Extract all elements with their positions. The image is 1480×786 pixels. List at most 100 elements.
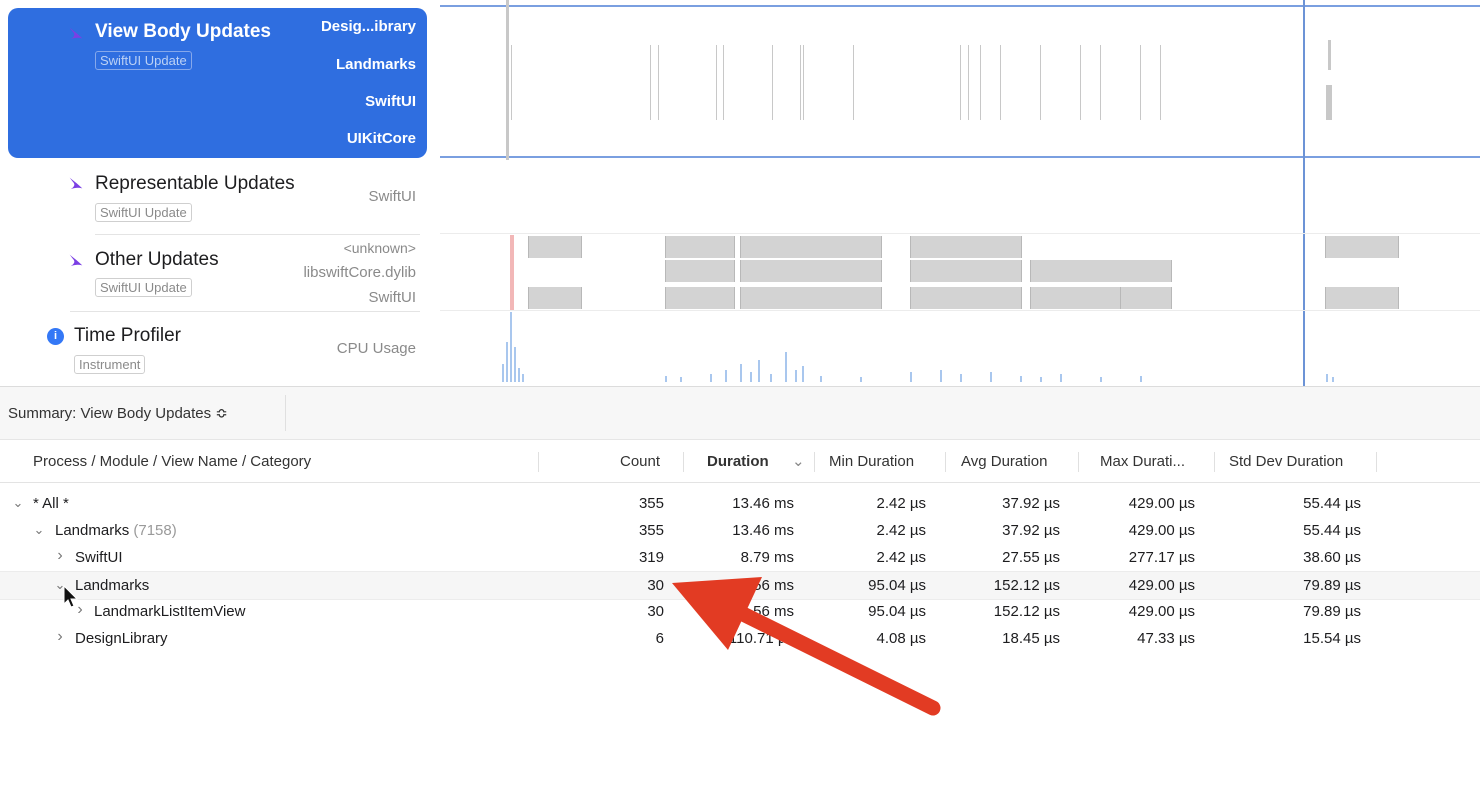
event-mark	[511, 45, 512, 120]
event-mark	[1000, 45, 1001, 120]
track-category-badge: Instrument	[74, 355, 146, 374]
event-block	[740, 287, 882, 309]
table-row[interactable]: › LandmarkListItemView 30 4.56 ms 95.04 …	[0, 598, 1480, 625]
cell-max-duration: 429.00 µs	[1128, 603, 1195, 620]
event-block	[665, 287, 735, 309]
event-mark	[1140, 45, 1141, 120]
cell-std-dev-duration: 79.89 µs	[1303, 577, 1361, 594]
swift-icon	[69, 27, 83, 40]
track-name: View Body Updates	[95, 21, 271, 42]
event-block	[1030, 260, 1172, 282]
table-row[interactable]: ⌄ Landmarks (7158) 355 13.46 ms 2.42 µs …	[0, 517, 1480, 544]
track-time-profiler[interactable]: i Time Profiler Instrument CPU Usage	[0, 312, 440, 386]
subtrack-label: Landmarks	[335, 56, 416, 73]
column-divider[interactable]	[1214, 452, 1215, 472]
event-block	[528, 287, 582, 309]
column-header-duration[interactable]: Duration	[707, 453, 769, 470]
process-id: (7158)	[133, 522, 177, 539]
cell-avg-duration: 152.12 µs	[993, 603, 1060, 620]
cpu-usage-graph	[440, 310, 1480, 384]
subtrack-label: SwiftUI	[368, 289, 416, 306]
track-category-badge: SwiftUI Update	[95, 51, 192, 70]
cpu-sample-bar	[514, 347, 516, 382]
cell-max-duration: 47.33 µs	[1137, 630, 1195, 647]
instrument-info-icon: i	[47, 328, 64, 345]
row-name-label: DesignLibrary	[75, 630, 168, 647]
cell-count: 6	[655, 630, 664, 647]
track-category-badge: SwiftUI Update	[95, 203, 192, 222]
event-mark	[716, 45, 717, 120]
disclosure-collapsed-icon[interactable]: ›	[74, 601, 86, 619]
column-divider[interactable]	[814, 452, 815, 472]
table-row[interactable]: ⌄ * All * 355 13.46 ms 2.42 µs 37.92 µs …	[0, 490, 1480, 517]
cell-duration: 13.46 ms	[732, 522, 794, 539]
row-name: Landmarks (7158)	[55, 522, 177, 539]
cpu-sample-bar	[518, 368, 520, 382]
event-block	[528, 236, 582, 258]
table-row[interactable]: › SwiftUI 319 8.79 ms 2.42 µs 27.55 µs 2…	[0, 544, 1480, 571]
track-name: Representable Updates	[95, 173, 295, 194]
cell-duration: 13.46 ms	[732, 495, 794, 512]
selection-border	[440, 5, 1480, 7]
event-block	[1120, 287, 1172, 309]
cpu-sample-bar	[665, 376, 667, 382]
cpu-sample-bar	[1332, 377, 1334, 382]
cell-max-duration: 429.00 µs	[1128, 577, 1195, 594]
timeline-graph[interactable]	[440, 0, 1480, 386]
selection-border	[440, 156, 1480, 158]
column-divider[interactable]	[1078, 452, 1079, 472]
event-mark	[772, 45, 773, 120]
disclosure-collapsed-icon[interactable]: ›	[54, 628, 66, 646]
table-row[interactable]: › DesignLibrary 6 110.71 µs 4.08 µs 18.4…	[0, 625, 1480, 652]
cpu-sample-bar	[802, 366, 804, 382]
column-divider[interactable]	[538, 452, 539, 472]
cell-avg-duration: 37.92 µs	[1002, 495, 1060, 512]
cell-std-dev-duration: 55.44 µs	[1303, 522, 1361, 539]
event-mark	[650, 45, 651, 120]
cpu-sample-bar	[725, 370, 727, 382]
cell-std-dev-duration: 15.54 µs	[1303, 630, 1361, 647]
cell-duration: 110.71 µs	[728, 630, 794, 647]
event-block	[910, 260, 1022, 282]
event-mark	[723, 45, 724, 120]
cell-std-dev-duration: 79.89 µs	[1303, 603, 1361, 620]
cpu-sample-bar	[1140, 376, 1142, 382]
subtrack-label: libswiftCore.dylib	[303, 264, 416, 281]
disclosure-collapsed-icon[interactable]: ›	[54, 547, 66, 565]
lane-divider	[440, 233, 1480, 234]
cell-count: 30	[647, 603, 664, 620]
cell-avg-duration: 18.45 µs	[1002, 630, 1060, 647]
track-other-updates[interactable]: Other Updates SwiftUI Update <unknown> l…	[0, 235, 440, 312]
column-divider[interactable]	[683, 452, 684, 472]
table-header: Process / Module / View Name / Category …	[0, 440, 1480, 483]
disclosure-expanded-icon[interactable]: ⌄	[12, 495, 24, 511]
cell-std-dev-duration: 55.44 µs	[1303, 495, 1361, 512]
column-header-min-duration[interactable]: Min Duration	[829, 453, 914, 470]
disclosure-expanded-icon[interactable]: ⌄	[33, 522, 45, 538]
cpu-sample-bar	[1100, 377, 1102, 382]
column-header-std-dev-duration[interactable]: Std Dev Duration	[1229, 453, 1343, 470]
swift-icon	[69, 254, 83, 267]
column-divider[interactable]	[1376, 452, 1377, 472]
row-name: LandmarkListItemView	[94, 603, 245, 620]
track-name: Time Profiler	[74, 325, 181, 346]
column-header-name[interactable]: Process / Module / View Name / Category	[33, 453, 311, 470]
cpu-sample-bar	[940, 370, 942, 382]
sort-descending-icon[interactable]: ⌄	[792, 452, 805, 470]
event-mark	[658, 45, 659, 120]
column-header-max-duration[interactable]: Max Durati...	[1100, 453, 1185, 470]
cell-min-duration: 95.04 µs	[868, 577, 926, 594]
cpu-sample-bar	[820, 376, 822, 382]
column-header-avg-duration[interactable]: Avg Duration	[961, 453, 1047, 470]
summary-selector[interactable]: Summary: View Body Updates ≎	[8, 404, 228, 422]
event-mark	[1080, 45, 1081, 120]
column-divider[interactable]	[945, 452, 946, 472]
event-mark	[803, 45, 804, 120]
row-name-label: SwiftUI	[75, 549, 123, 566]
track-representable-updates[interactable]: Representable Updates SwiftUI Update Swi…	[0, 160, 440, 235]
track-view-body-updates[interactable]: View Body Updates SwiftUI Update Desig..…	[0, 0, 440, 160]
column-header-count[interactable]: Count	[620, 453, 660, 470]
subtrack-label: CPU Usage	[336, 340, 416, 357]
table-row[interactable]: ⌄ Landmarks 30 4.56 ms 95.04 µs 152.12 µ…	[0, 571, 1480, 600]
disclosure-expanded-icon[interactable]: ⌄	[54, 577, 66, 593]
